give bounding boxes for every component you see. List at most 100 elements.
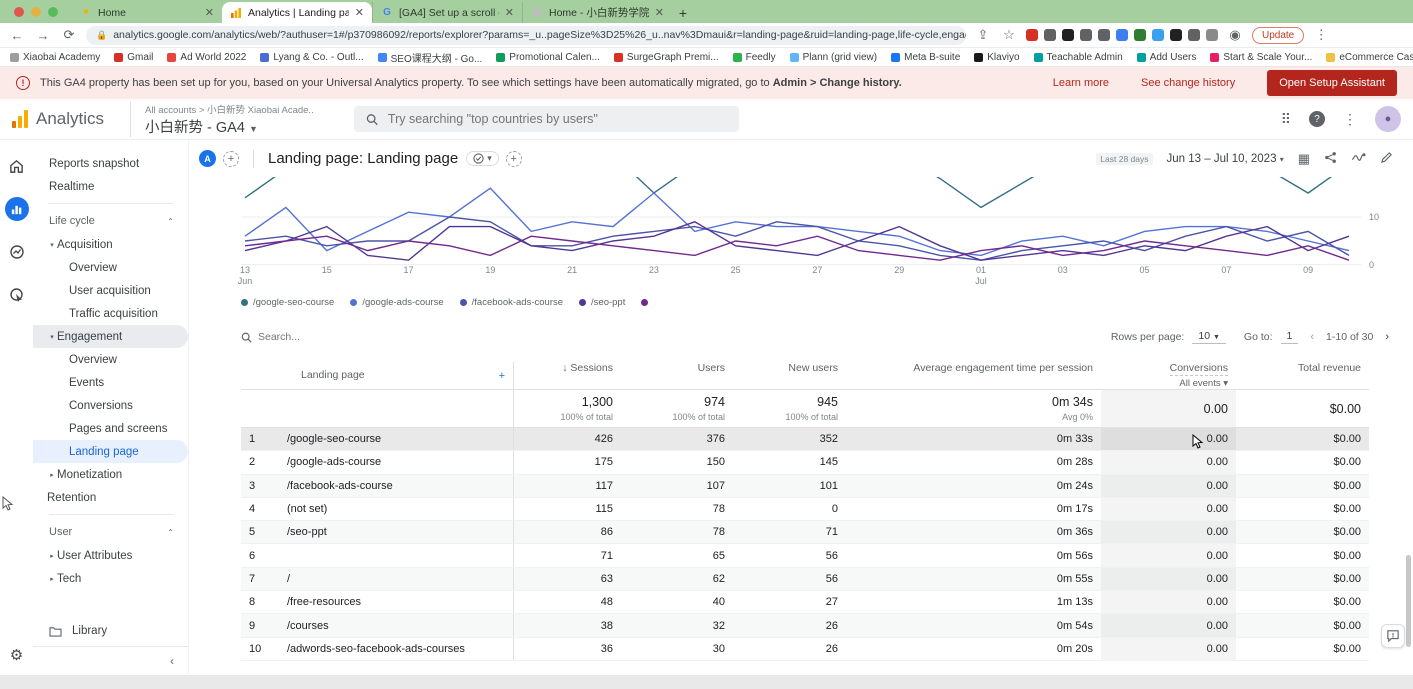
column-header-users[interactable]: Users bbox=[621, 362, 733, 374]
extension-icon[interactable] bbox=[1188, 29, 1200, 41]
browser-tab[interactable]: Home - 小白新势学院✕ bbox=[522, 2, 672, 23]
sidebar-item-conversions[interactable]: Conversions bbox=[33, 394, 188, 417]
bookmark-item[interactable]: Teachable Admin bbox=[1034, 52, 1123, 63]
forward-icon[interactable]: → bbox=[34, 28, 52, 43]
sessions-line-chart[interactable]: 10 0 bbox=[241, 177, 1361, 265]
extension-icon[interactable] bbox=[1080, 29, 1092, 41]
bookmark-item[interactable]: Lyang & Co. - Outl... bbox=[260, 52, 363, 63]
minimize-window-button[interactable] bbox=[31, 7, 41, 17]
expand-arrow-icon[interactable]: ▸ bbox=[47, 471, 57, 479]
tab-close-icon[interactable]: ✕ bbox=[505, 6, 514, 19]
admin-gear-icon[interactable]: ⚙ bbox=[10, 646, 23, 664]
account-switcher[interactable]: All accounts > 小白新势 Xiaobai Acade.. 小白新势… bbox=[130, 102, 314, 137]
sidebar-section-life-cycle[interactable]: Life cycle⌃ bbox=[33, 209, 188, 233]
bookmark-item[interactable]: Start & Scale Your... bbox=[1210, 52, 1312, 63]
add-comparison-icon[interactable]: + bbox=[223, 151, 239, 167]
expand-arrow-icon[interactable]: ▸ bbox=[47, 552, 57, 560]
edit-report-icon[interactable] bbox=[1380, 151, 1393, 167]
reports-nav-icon[interactable] bbox=[5, 197, 29, 221]
comparison-chip-all-users[interactable]: A bbox=[199, 150, 216, 167]
extension-icon[interactable] bbox=[1152, 29, 1164, 41]
sidebar-item-retention[interactable]: Retention bbox=[33, 486, 188, 509]
extension-icon[interactable] bbox=[1062, 29, 1074, 41]
next-page-icon[interactable]: › bbox=[1381, 331, 1393, 343]
open-setup-assistant-button[interactable]: Open Setup Assistant bbox=[1267, 70, 1397, 96]
google-apps-grid-icon[interactable]: ⠿ bbox=[1281, 111, 1291, 128]
table-row[interactable]: 3/facebook-ads-course1171071010m 24s0.00… bbox=[241, 475, 1369, 498]
sidebar-item-engagement[interactable]: ▾Engagement bbox=[33, 325, 188, 348]
sidebar-item-user-attributes[interactable]: ▸User Attributes bbox=[33, 544, 188, 567]
prev-page-icon[interactable]: ‹ bbox=[1306, 331, 1318, 343]
expand-arrow-icon[interactable]: ▾ bbox=[47, 241, 57, 249]
extension-icon[interactable] bbox=[1170, 29, 1182, 41]
share-report-icon[interactable] bbox=[1324, 151, 1337, 167]
browser-tab[interactable]: ♥Home✕ bbox=[72, 2, 222, 23]
back-icon[interactable]: ← bbox=[8, 28, 26, 43]
sidebar-item-overview[interactable]: Overview bbox=[33, 256, 188, 279]
analytics-logo[interactable]: Analytics bbox=[12, 109, 130, 129]
add-report-icon[interactable]: + bbox=[506, 151, 522, 167]
explore-nav-icon[interactable] bbox=[5, 240, 29, 264]
column-header-new-users[interactable]: New users bbox=[733, 362, 846, 374]
learn-more-link[interactable]: Learn more bbox=[1053, 77, 1109, 89]
see-change-history-link[interactable]: See change history bbox=[1141, 77, 1235, 89]
legend-item[interactable]: /facebook-ads-course bbox=[460, 297, 563, 308]
conversions-events-filter[interactable]: All events ▾ bbox=[1109, 378, 1228, 389]
bookmark-item[interactable]: eCommerce Case... bbox=[1326, 52, 1413, 63]
bookmark-star-icon[interactable]: ☆ bbox=[1000, 27, 1018, 43]
bookmark-item[interactable]: Ad World 2022 bbox=[167, 52, 246, 63]
legend-item[interactable]: /google-ads-course bbox=[350, 297, 443, 308]
rows-per-page-select[interactable]: 10 ▼ bbox=[1192, 330, 1226, 344]
home-nav-icon[interactable] bbox=[5, 154, 29, 178]
browser-tab[interactable]: G[GA4] Set up a scroll conversi✕ bbox=[372, 2, 522, 23]
sidebar-item-realtime[interactable]: Realtime bbox=[33, 175, 188, 198]
table-row[interactable]: 10/adwords-seo-facebook-ads-courses36302… bbox=[241, 638, 1369, 661]
column-header-average-engagement-time-per-session[interactable]: Average engagement time per session bbox=[846, 362, 1101, 374]
report-data-quality-chip[interactable]: ▾ bbox=[466, 151, 499, 166]
sidebar-item-traffic-acquisition[interactable]: Traffic acquisition bbox=[33, 302, 188, 325]
bookmark-item[interactable]: Gmail bbox=[114, 52, 153, 63]
collapse-sidenav-icon[interactable]: ‹ bbox=[170, 654, 174, 668]
share-icon[interactable]: ⇪ bbox=[974, 27, 992, 43]
column-header-conversions[interactable]: ConversionsAll events ▾ bbox=[1101, 362, 1236, 389]
extension-icon[interactable] bbox=[1134, 29, 1146, 41]
tab-close-icon[interactable]: ✕ bbox=[655, 6, 664, 19]
extension-icon[interactable] bbox=[1044, 29, 1056, 41]
goto-page-input[interactable]: 1 bbox=[1281, 330, 1299, 344]
user-avatar[interactable]: ● bbox=[1375, 106, 1401, 132]
sidebar-item-pages-and-screens[interactable]: Pages and screens bbox=[33, 417, 188, 440]
tab-close-icon[interactable]: ✕ bbox=[355, 6, 364, 19]
table-row[interactable]: 67165560m 56s0.00$0.00 bbox=[241, 544, 1369, 567]
ga-search-box[interactable] bbox=[354, 106, 739, 132]
bookmark-item[interactable]: Meta B-suite bbox=[891, 52, 960, 63]
extension-icon[interactable] bbox=[1098, 29, 1110, 41]
comparison-chart-icon[interactable]: ▦ bbox=[1298, 151, 1310, 167]
date-range-selector[interactable]: Jun 13 – Jul 10, 2023 ▾ bbox=[1167, 153, 1284, 165]
table-row[interactable]: 4(not set)1157800m 17s0.00$0.00 bbox=[241, 498, 1369, 521]
sidebar-section-user[interactable]: User⌃ bbox=[33, 520, 188, 544]
bookmark-item[interactable]: Promotional Calen... bbox=[496, 52, 600, 63]
help-icon[interactable]: ? bbox=[1309, 111, 1325, 127]
sidebar-item-library[interactable]: Library bbox=[33, 616, 188, 646]
legend-item[interactable] bbox=[641, 299, 648, 306]
window-controls[interactable] bbox=[8, 0, 72, 23]
bookmark-item[interactable]: SurgeGraph Premi... bbox=[614, 52, 719, 63]
table-row[interactable]: 2/google-ads-course1751501450m 28s0.00$0… bbox=[241, 451, 1369, 474]
zoom-window-button[interactable] bbox=[48, 7, 58, 17]
sidebar-item-landing-page[interactable]: Landing page bbox=[33, 440, 188, 463]
feedback-button[interactable] bbox=[1381, 624, 1405, 648]
sidebar-item-monetization[interactable]: ▸Monetization bbox=[33, 463, 188, 486]
sidebar-item-reports-snapshot[interactable]: Reports snapshot bbox=[33, 152, 188, 175]
table-row[interactable]: 1/google-seo-course4263763520m 33s0.00$0… bbox=[241, 428, 1369, 451]
new-tab-button[interactable]: + bbox=[672, 2, 694, 23]
expand-arrow-icon[interactable]: ▸ bbox=[47, 575, 57, 583]
advertising-nav-icon[interactable] bbox=[5, 283, 29, 307]
table-search[interactable] bbox=[241, 331, 378, 343]
sidebar-item-tech[interactable]: ▸Tech bbox=[33, 567, 188, 590]
bookmark-item[interactable]: Plann (grid view) bbox=[790, 52, 877, 63]
bookmark-item[interactable]: Xiaobai Academy bbox=[10, 52, 100, 63]
table-search-input[interactable] bbox=[258, 331, 378, 343]
table-row[interactable]: 5/seo-ppt8678710m 36s0.00$0.00 bbox=[241, 521, 1369, 544]
expand-arrow-icon[interactable]: ▾ bbox=[47, 333, 57, 341]
more-menu-icon[interactable]: ⋮ bbox=[1343, 111, 1357, 128]
